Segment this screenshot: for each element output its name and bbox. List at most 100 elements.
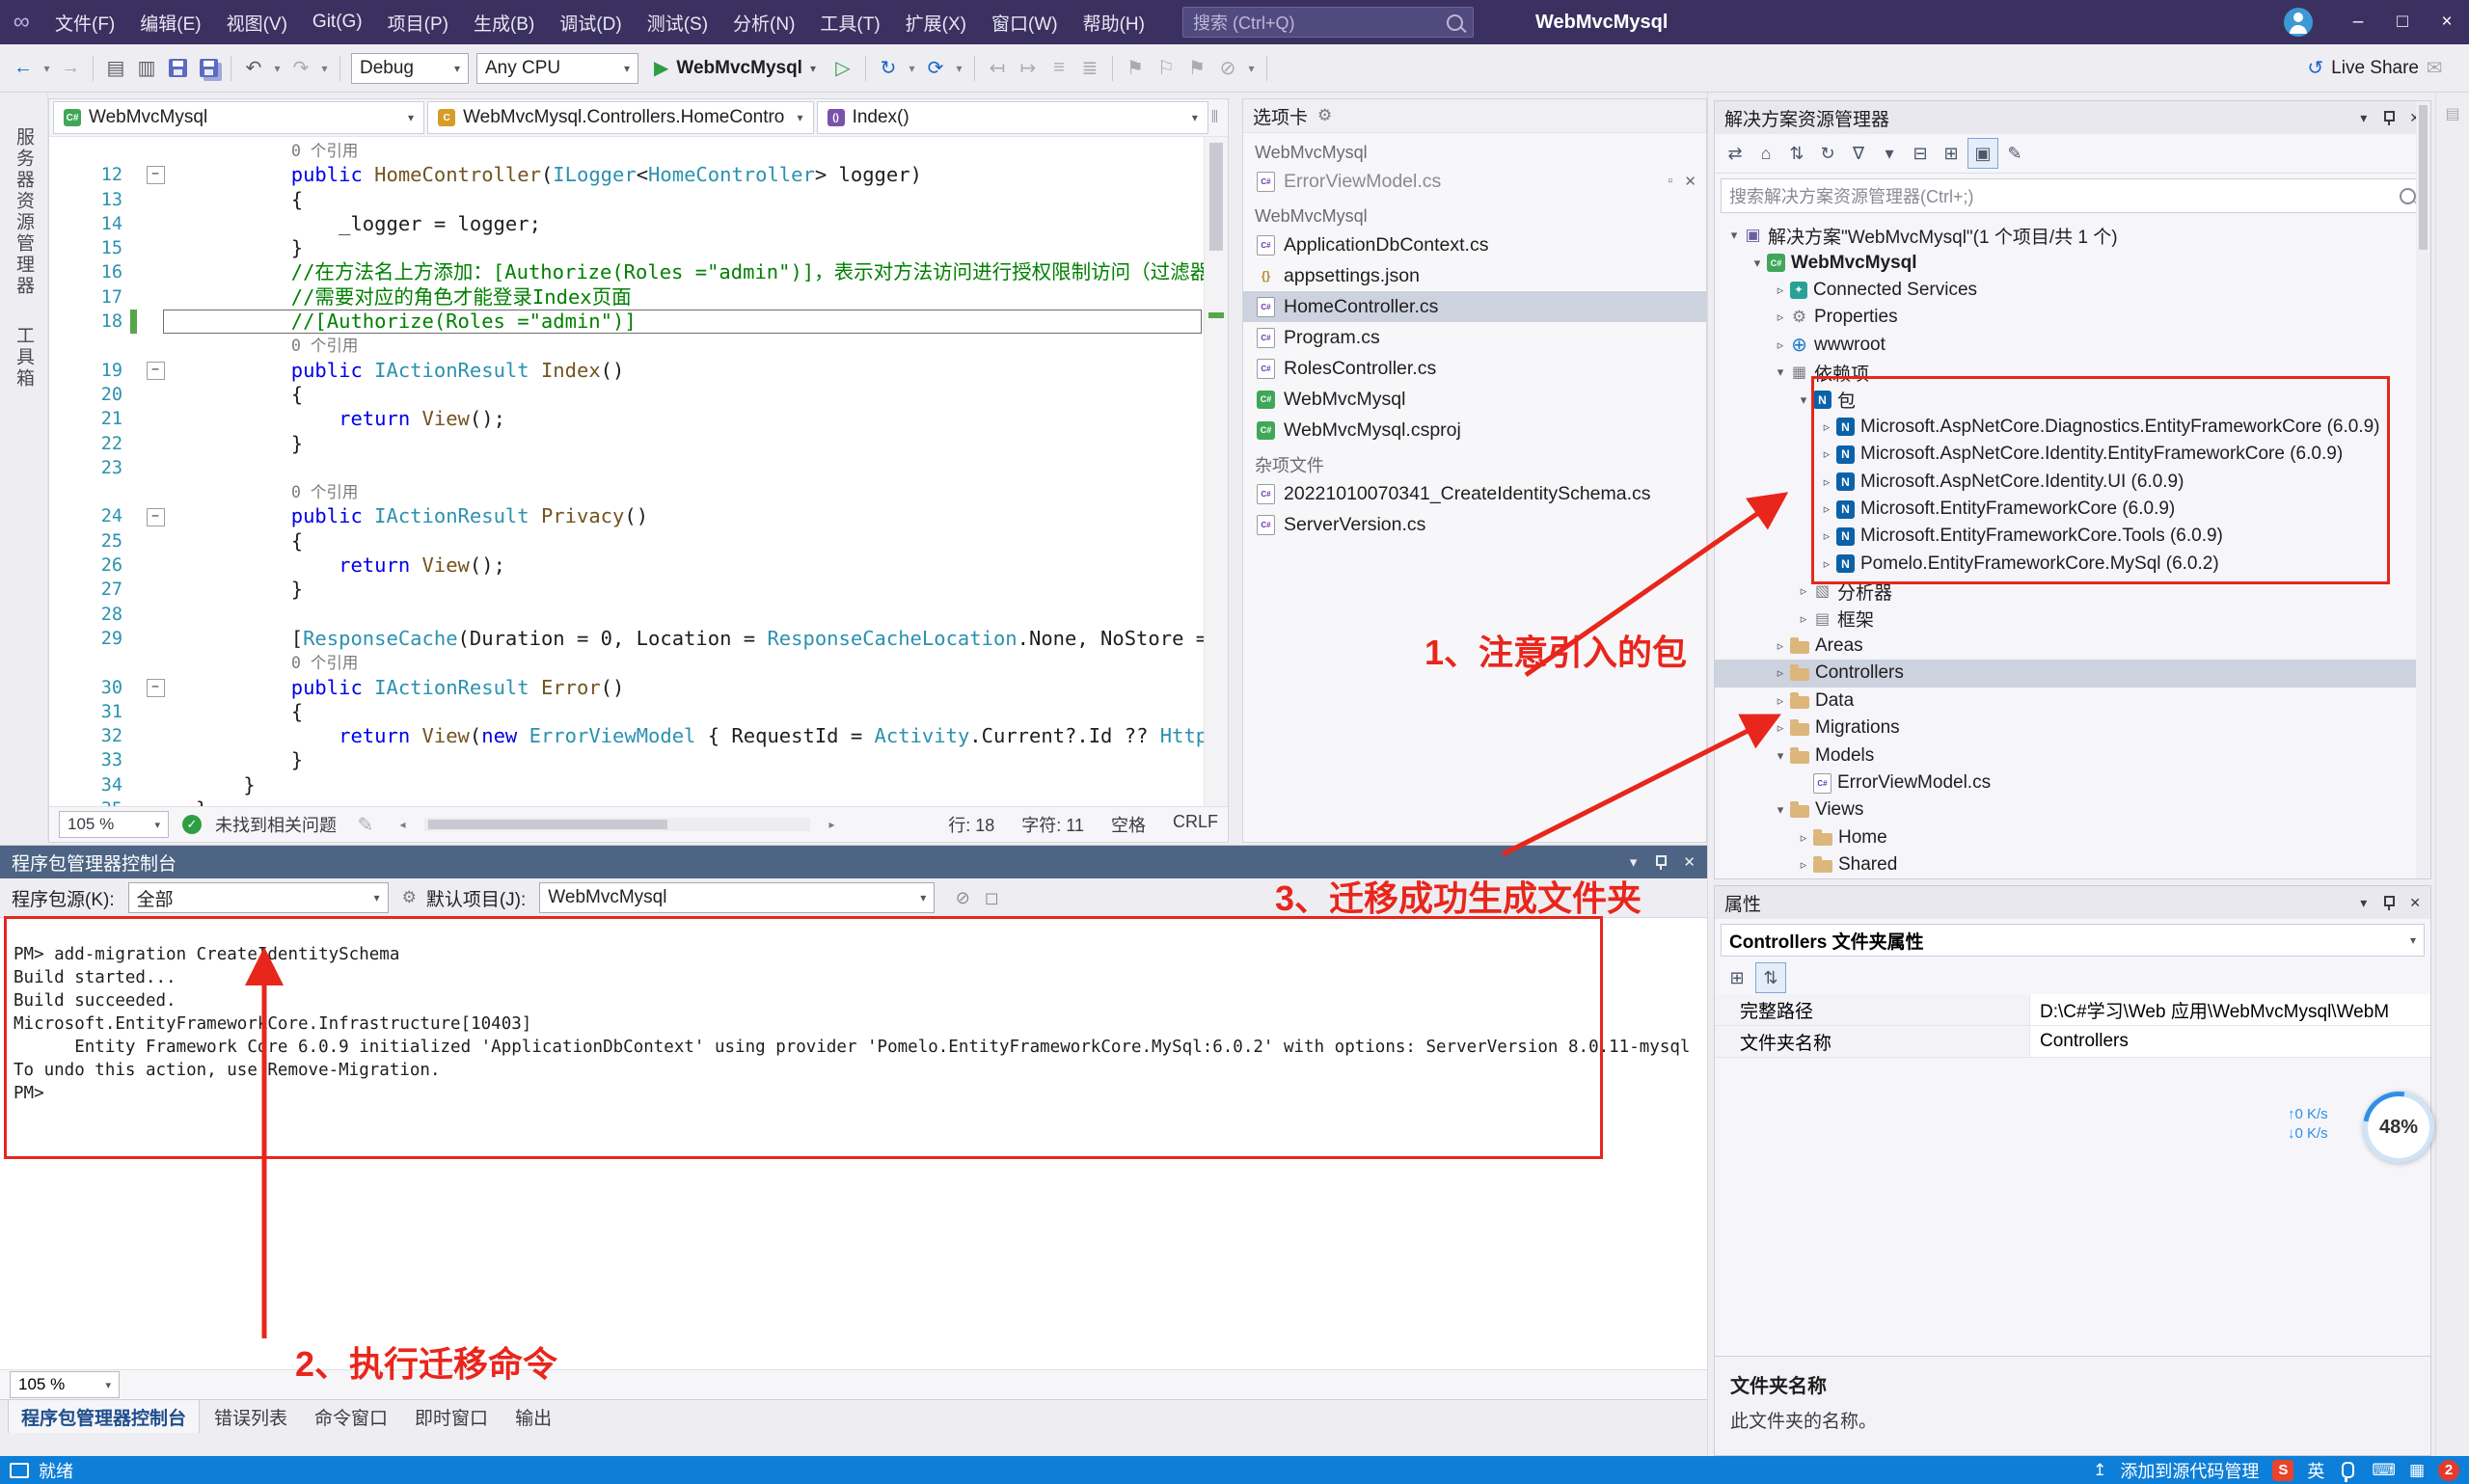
document-tab[interactable]: {}appsettings.json: [1243, 260, 1706, 291]
menu-item[interactable]: 文件(F): [42, 0, 127, 44]
expander-icon[interactable]: ▹: [1771, 720, 1790, 736]
code-line[interactable]: 28: [49, 603, 1204, 627]
close-icon[interactable]: ✕: [1683, 853, 1696, 871]
hot-reload-caret-icon[interactable]: ▾: [951, 53, 967, 84]
expander-icon[interactable]: ▹: [1771, 693, 1790, 709]
bookmark-clear-icon[interactable]: ⊘: [1212, 53, 1243, 84]
console-title-bar[interactable]: 程序包管理器控制台 ▾ ✕: [0, 846, 1707, 878]
refresh-caret-icon[interactable]: ▾: [904, 53, 920, 84]
document-tab[interactable]: C#ServerVersion.cs: [1243, 509, 1706, 540]
background-tasks-icon[interactable]: [10, 1463, 29, 1478]
expander-icon[interactable]: ▹: [1817, 556, 1836, 572]
menu-item[interactable]: 帮助(H): [1071, 0, 1157, 44]
solution-search-input[interactable]: 搜索解决方案资源管理器(Ctrl+;): [1721, 178, 2425, 213]
expander-icon[interactable]: ▾: [1724, 228, 1744, 243]
tree-row[interactable]: ▹NPomelo.EntityFrameworkCore.MySql (6.0.…: [1715, 551, 2430, 578]
code-line[interactable]: 27 }: [49, 578, 1204, 602]
scroll-left-icon[interactable]: ◂: [394, 809, 411, 840]
code-line[interactable]: 20 {: [49, 383, 1204, 407]
tree-row[interactable]: ▹▧分析器: [1715, 578, 2430, 605]
notification-badge[interactable]: 2: [2438, 1460, 2459, 1481]
tree-row[interactable]: C#ErrorViewModel.cs: [1715, 769, 2430, 796]
menu-item[interactable]: 工具(T): [807, 0, 892, 44]
property-row[interactable]: 文件夹名称 Controllers: [1715, 1026, 2430, 1058]
activity-tab[interactable]: 服务器资源管理器: [11, 127, 37, 297]
code-line[interactable]: 30− public IActionResult Error(): [49, 676, 1204, 700]
breadcrumb-type[interactable]: C WebMvcMysql.Controllers.HomeContro ▾: [427, 101, 814, 134]
code-line[interactable]: 22 }: [49, 432, 1204, 456]
panel-tab[interactable]: 命令窗口: [302, 1400, 400, 1434]
close-icon[interactable]: ✕: [1684, 173, 1696, 190]
tree-row[interactable]: ▾C#WebMvcMysql: [1715, 249, 2430, 276]
tree-row[interactable]: ▹NMicrosoft.AspNetCore.Identity.EntityFr…: [1715, 441, 2430, 468]
refresh-icon[interactable]: ↻: [1813, 139, 1842, 168]
alphabetical-icon[interactable]: ⇅: [1755, 962, 1786, 993]
tree-row[interactable]: ▹NMicrosoft.EntityFrameworkCore.Tools (6…: [1715, 523, 2430, 550]
sync-with-active-document-icon[interactable]: ▣: [1967, 138, 1998, 169]
solution-platform-select[interactable]: Any CPU▾: [476, 53, 638, 84]
solution-explorer-header[interactable]: 解决方案资源管理器 ▾ ✕: [1715, 101, 2430, 134]
fold-toggle-icon[interactable]: −: [147, 166, 165, 184]
tree-row[interactable]: ▹Controllers: [1715, 660, 2430, 687]
ime-toolbox-icon[interactable]: ▦: [2409, 1461, 2425, 1480]
properties-header[interactable]: 属性 ▾ ✕: [1715, 886, 2430, 919]
tree-row[interactable]: ▹Migrations: [1715, 715, 2430, 742]
document-tab[interactable]: C#Program.cs: [1243, 322, 1706, 353]
tree-row[interactable]: ▾N包: [1715, 386, 2430, 413]
maximize-button[interactable]: □: [2380, 0, 2425, 44]
chevron-down-icon[interactable]: ▾: [1630, 853, 1638, 871]
code-line[interactable]: 14 _logger = logger;: [49, 212, 1204, 236]
tree-row[interactable]: ▹Areas: [1715, 633, 2430, 660]
code-area[interactable]: 0 个引用 12− public HomeController(ILogger<H…: [49, 137, 1204, 806]
menu-item[interactable]: 视图(V): [214, 0, 300, 44]
expander-icon[interactable]: ▹: [1794, 830, 1813, 846]
document-tab[interactable]: C#ErrorViewModel.cs▫✕: [1243, 166, 1706, 197]
fold-toggle-icon[interactable]: −: [147, 679, 165, 697]
menu-item[interactable]: 项目(P): [375, 0, 461, 44]
feedback-icon[interactable]: ✉: [2419, 53, 2450, 84]
codelens-line[interactable]: 0 个引用: [49, 334, 1204, 358]
start-debugging-button[interactable]: ▶ WebMvcMysql ▾: [644, 53, 826, 84]
pin-icon[interactable]: [1654, 854, 1666, 870]
chevron-down-icon[interactable]: ▾: [2360, 895, 2367, 911]
code-line[interactable]: 33 }: [49, 748, 1204, 772]
menu-item[interactable]: 扩展(X): [893, 0, 979, 44]
code-line[interactable]: 16 //在方法名上方添加：[Authorize(Roles ="admin")…: [49, 260, 1204, 284]
undo-icon[interactable]: ↶: [238, 53, 269, 84]
minimize-button[interactable]: –: [2336, 0, 2380, 44]
bookmark-icon[interactable]: ⚑: [1120, 53, 1151, 84]
activity-tab[interactable]: 工具箱: [11, 326, 37, 390]
expander-icon[interactable]: ▹: [1771, 638, 1790, 654]
new-project-icon[interactable]: ▤: [100, 53, 131, 84]
refresh-icon[interactable]: ↻: [873, 53, 904, 84]
default-project-select[interactable]: WebMvcMysql▾: [539, 882, 935, 913]
property-row[interactable]: 完整路径 D:\C#学习\Web 应用\WebMvcMysql\WebM: [1715, 994, 2430, 1026]
sogou-ime-icon[interactable]: S: [2272, 1460, 2293, 1481]
codelens-line[interactable]: 0 个引用: [49, 480, 1204, 504]
code-line[interactable]: 19− public IActionResult Index(): [49, 359, 1204, 383]
expander-icon[interactable]: ▾: [1748, 256, 1767, 271]
properties-icon[interactable]: ✎: [2000, 139, 2029, 168]
expander-icon[interactable]: ▹: [1817, 446, 1836, 462]
properties-object-select[interactable]: Controllers 文件夹属性 ▾: [1721, 924, 2425, 957]
redo-icon[interactable]: ↷: [285, 53, 316, 84]
menu-item[interactable]: 分析(N): [720, 0, 807, 44]
global-search-input[interactable]: 搜索 (Ctrl+Q): [1182, 7, 1474, 38]
expander-icon[interactable]: ▾: [1771, 364, 1790, 380]
tree-row[interactable]: ▾Views: [1715, 796, 2430, 823]
panel-tab[interactable]: 输出: [502, 1400, 564, 1434]
bookmark-prev-icon[interactable]: ⚐: [1151, 53, 1181, 84]
menu-item[interactable]: 调试(D): [547, 0, 634, 44]
code-line[interactable]: 31 {: [49, 700, 1204, 724]
expander-icon[interactable]: ▹: [1771, 665, 1790, 681]
code-line[interactable]: 12− public HomeController(ILogger<HomeCo…: [49, 163, 1204, 187]
code-line[interactable]: 32 return View(new ErrorViewModel { Requ…: [49, 724, 1204, 748]
editor-horizontal-scrollbar[interactable]: [424, 818, 810, 831]
code-cleanup-icon[interactable]: ✎: [350, 809, 381, 840]
code-line[interactable]: 17 //需要对应的角色才能登录Index页面: [49, 285, 1204, 310]
expander-icon[interactable]: ▹: [1817, 474, 1836, 490]
pin-icon[interactable]: [2382, 895, 2394, 910]
bookmark-caret-icon[interactable]: ▾: [1243, 53, 1260, 84]
expander-icon[interactable]: ▹: [1794, 857, 1813, 873]
document-tab[interactable]: C#WebMvcMysql.csproj: [1243, 415, 1706, 445]
